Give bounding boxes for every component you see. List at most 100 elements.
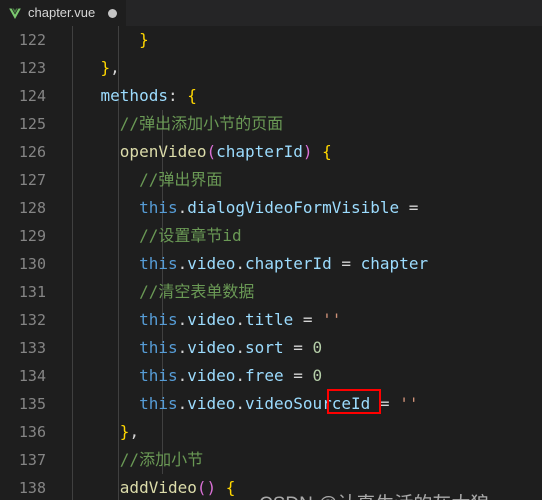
code-token: addVideo: [119, 478, 197, 497]
code-token: =: [331, 254, 361, 273]
code-line[interactable]: 132 this.video.title = '': [0, 306, 542, 334]
line-code[interactable]: this.video.free = 0: [62, 362, 322, 390]
code-token: this: [139, 310, 178, 329]
line-number: 123: [18, 59, 46, 77]
code-token: .: [235, 394, 246, 413]
line-code[interactable]: //设置章节id: [62, 222, 242, 250]
line-code[interactable]: this.video.videoSourceId = '': [62, 390, 418, 418]
code-line[interactable]: 129 //设置章节id: [0, 222, 542, 250]
code-line[interactable]: 124 methods: {: [0, 82, 542, 110]
code-token: }: [119, 422, 130, 441]
code-token: video: [187, 254, 236, 273]
code-token: =: [293, 310, 323, 329]
code-token: }: [100, 58, 111, 77]
code-line[interactable]: 134 this.video.free = 0: [0, 362, 542, 390]
line-code[interactable]: this.video.sort = 0: [62, 334, 322, 362]
code-line[interactable]: 128 this.dialogVideoFormVisible =: [0, 194, 542, 222]
code-token: (: [196, 478, 207, 497]
code-line[interactable]: 138 addVideo() {: [0, 474, 542, 500]
line-code[interactable]: this.dialogVideoFormVisible =: [62, 194, 428, 222]
code-token: (: [206, 142, 217, 161]
code-line[interactable]: 130 this.video.chapterId = chapter: [0, 250, 542, 278]
line-code[interactable]: //弹出添加小节的页面: [62, 110, 283, 138]
code-token: =: [283, 366, 313, 385]
code-token: this: [139, 198, 178, 217]
code-lines[interactable]: 122 } 123 }, 124 methods: {125 //弹出添加小节的页面…: [0, 26, 542, 500]
code-token: this: [139, 338, 178, 357]
code-token: .: [177, 254, 188, 273]
code-token: .: [177, 338, 188, 357]
code-token: ,: [129, 422, 140, 441]
code-token: this: [139, 366, 178, 385]
editor-tab-bar: chapter.vue: [0, 0, 542, 27]
line-code[interactable]: //添加小节: [62, 446, 203, 474]
line-number: 131: [18, 283, 46, 301]
code-content-area[interactable]: 122 } 123 }, 124 methods: {125 //弹出添加小节的页面…: [0, 26, 542, 500]
code-token: .: [177, 394, 188, 413]
code-token: {: [225, 478, 236, 497]
code-token: free: [245, 366, 284, 385]
line-number: 126: [18, 143, 46, 161]
line-code[interactable]: //清空表单数据: [62, 278, 254, 306]
code-token: .: [235, 338, 246, 357]
line-code[interactable]: },: [62, 418, 139, 446]
code-line[interactable]: 123 },: [0, 54, 542, 82]
line-number: 136: [18, 423, 46, 441]
code-token: '': [399, 394, 419, 413]
code-token: sort: [245, 338, 284, 357]
code-token: //添加小节: [119, 450, 204, 469]
code-line[interactable]: 133 this.video.sort = 0: [0, 334, 542, 362]
code-line[interactable]: 122 }: [0, 26, 542, 54]
code-line[interactable]: 125 //弹出添加小节的页面: [0, 110, 542, 138]
code-line[interactable]: 126 openVideo(chapterId) {: [0, 138, 542, 166]
code-line[interactable]: 137 //添加小节: [0, 446, 542, 474]
code-line[interactable]: 135 this.video.videoSourceId = '': [0, 390, 542, 418]
line-number: 124: [18, 87, 46, 105]
line-code[interactable]: this.video.chapterId = chapter: [62, 250, 428, 278]
modified-dot-icon[interactable]: [108, 8, 118, 18]
line-number: 133: [18, 339, 46, 357]
tab-chapter-vue[interactable]: chapter.vue: [0, 0, 127, 26]
code-token: dialogVideoFormVisible: [187, 198, 400, 217]
line-code[interactable]: //弹出界面: [62, 166, 222, 194]
line-number: 132: [18, 311, 46, 329]
code-token: '': [322, 310, 342, 329]
code-token: }: [139, 30, 149, 49]
code-token: video: [187, 394, 236, 413]
code-token: //设置章节id: [139, 226, 242, 245]
code-token: .: [177, 366, 188, 385]
code-token: video: [187, 366, 236, 385]
line-number: 122: [18, 31, 46, 49]
code-token: chapterId: [245, 254, 332, 273]
code-editor-window: chapter.vue 122 } 123 }, 124 methods: {125…: [0, 0, 542, 500]
code-token: .: [177, 198, 188, 217]
code-line[interactable]: 136 },: [0, 418, 542, 446]
vue-logo-icon: [8, 6, 22, 20]
code-line[interactable]: 131 //清空表单数据: [0, 278, 542, 306]
code-token: videoSourceId: [245, 394, 371, 413]
code-token: ): [206, 478, 217, 497]
line-code[interactable]: methods: {: [62, 82, 197, 110]
code-token: 0: [312, 338, 323, 357]
code-line[interactable]: 127 //弹出界面: [0, 166, 542, 194]
line-code[interactable]: }: [62, 26, 149, 54]
line-code[interactable]: addVideo() {: [62, 474, 236, 500]
tab-label: chapter.vue: [28, 5, 96, 20]
code-token: chapterId: [216, 142, 303, 161]
code-token: chapter: [360, 254, 429, 273]
line-code[interactable]: },: [62, 54, 120, 82]
line-code[interactable]: openVideo(chapterId) {: [62, 138, 332, 166]
line-code[interactable]: this.video.title = '': [62, 306, 341, 334]
code-token: video: [187, 338, 236, 357]
